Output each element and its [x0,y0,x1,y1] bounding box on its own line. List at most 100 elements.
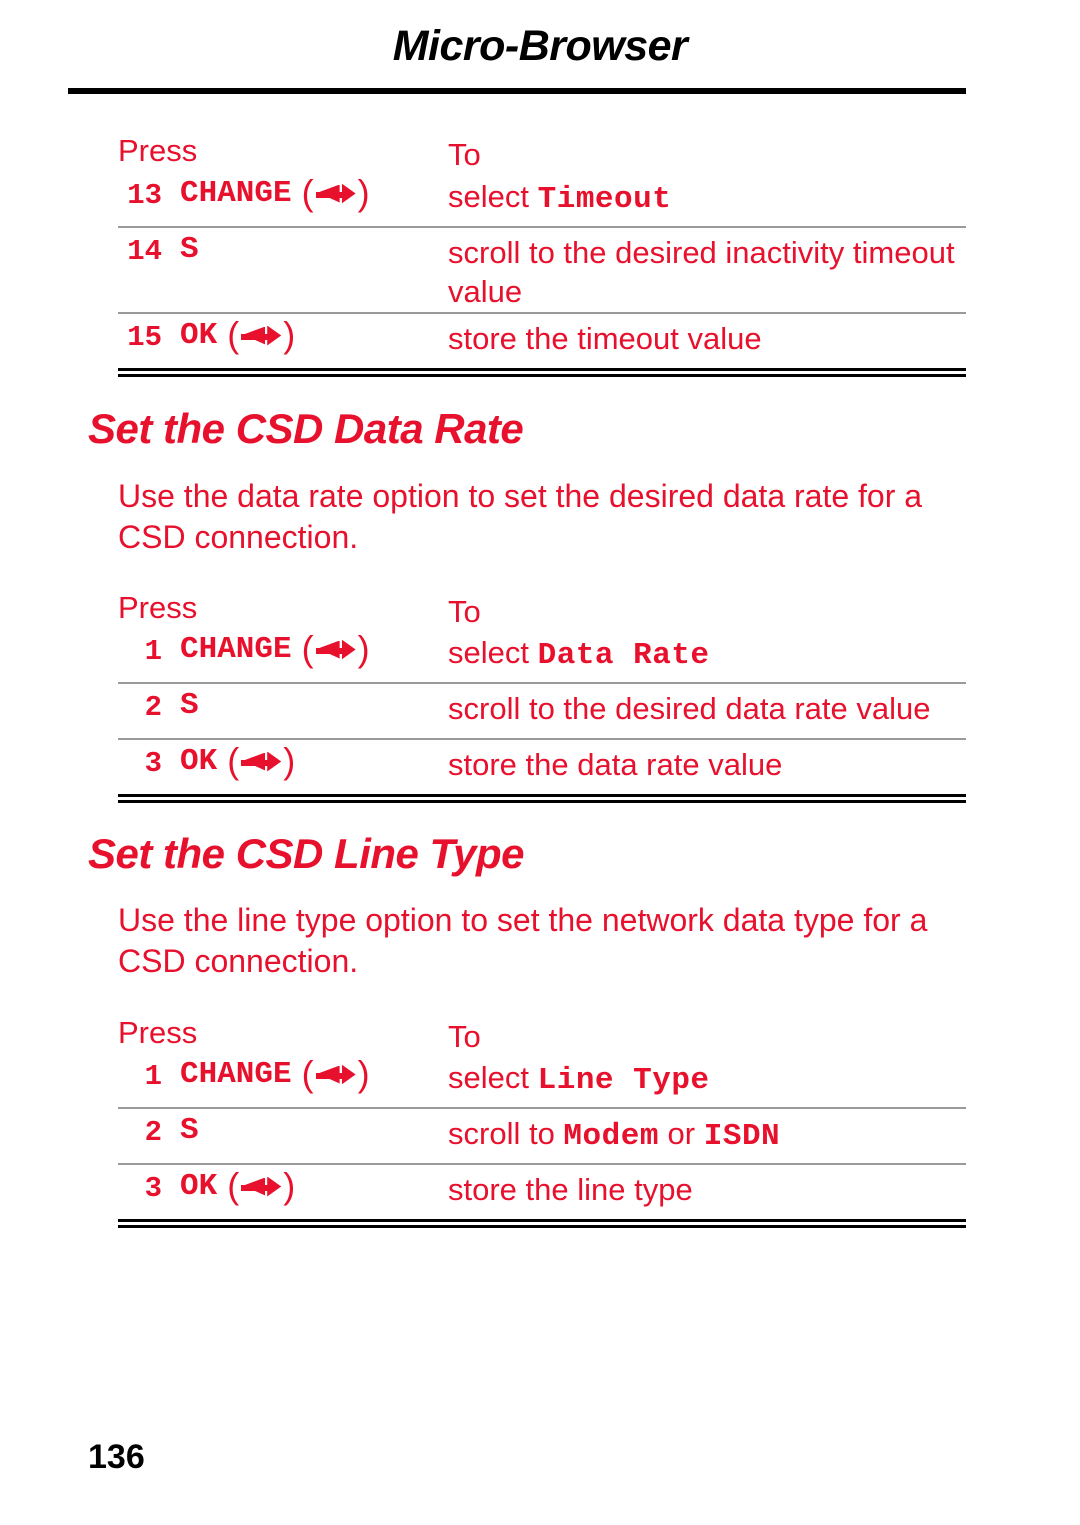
key-label: CHANGE ( ) [180,172,370,214]
key-label: CHANGE ( ) [180,628,370,670]
table-row: 2 S scroll to the desired data rate valu… [118,688,966,729]
section-paragraph-csd-data-rate: Use the data rate option to set the desi… [118,478,923,555]
paren-open: ( [217,314,240,356]
paren-close: ) [357,628,370,670]
step-number: 13 [127,179,162,212]
to-cell: scroll to Modem or ISDN [448,1113,966,1157]
page-number: 136 [88,1438,145,1476]
press-cell: 14 S [118,232,448,268]
to-mono-text-2: ISDN [703,1119,781,1154]
column-header-to: To [448,137,481,172]
press-cell: 1 CHANGE ( ) [118,1053,448,1095]
to-cell: scroll to the desired data rate value [448,691,931,726]
to-cell: store the timeout value [448,321,762,356]
to-text-2: or [658,1116,704,1151]
softkey-arrow-icon [315,639,356,661]
softkey-arrow-icon [315,183,356,205]
press-cell: 2 S [118,688,448,724]
step-number: 3 [144,1172,162,1205]
to-mono-text: Modem [563,1119,659,1154]
to-cell: scroll to the desired inactivity timeout… [448,235,955,309]
press-cell: 3 OK ( ) [118,740,448,782]
softkey-arrow-icon [241,751,282,773]
row-divider [118,226,966,228]
step-number: 1 [144,635,162,668]
paren-close: ) [283,1165,296,1207]
key-text: OK [180,744,218,779]
section-divider [118,368,966,377]
table-row: 1 CHANGE ( ) select Line Type [118,1053,966,1101]
column-header-press-wrap: Press [118,590,448,625]
paren-open: ( [217,740,240,782]
paren-close: ) [283,314,296,356]
press-cell: 15 OK ( ) [118,314,448,356]
page-title: Micro-Browser [392,22,688,70]
to-text: select [448,179,538,214]
header-divider [68,88,966,94]
paren-open: ( [217,1165,240,1207]
to-mono-text: Data Rate [537,638,710,673]
to-cell: select Data Rate [448,632,966,676]
key-text: S [180,232,199,267]
to-mono-text: Timeout [537,182,672,217]
table-row: 3 OK ( ) store the data rate value [118,740,966,785]
paren-close: ) [283,740,296,782]
press-cell: 13 CHANGE ( ) [118,172,448,214]
row-divider [118,312,966,314]
section-heading-csd-data-rate: Set the CSD Data Rate [88,405,524,452]
key-text: CHANGE [180,1057,292,1092]
row-divider [118,682,966,684]
key-text: CHANGE [180,632,292,667]
step-number: 1 [144,1060,162,1093]
to-cell: select Line Type [448,1057,966,1101]
section-heading-csd-line-type: Set the CSD Line Type [88,830,525,877]
steps-table-timeout: Press To [118,128,966,182]
press-cell: 2 S [118,1113,448,1149]
table-row: 3 OK ( ) store the line type [118,1165,966,1210]
to-text: select [448,1060,538,1095]
table-header-row: Press To [118,128,966,182]
table-row: 15 OK ( ) store the timeout value [118,314,966,359]
step-number: 15 [127,321,162,354]
paren-open: ( [291,1053,314,1095]
key-label: OK ( ) [180,1165,296,1207]
column-header-press: Press [118,133,198,168]
section-divider [118,1219,966,1228]
key-label: OK ( ) [180,314,296,356]
step-number: 2 [144,691,162,724]
key-label: OK ( ) [180,740,296,782]
paren-open: ( [291,628,314,670]
column-header-press-wrap: Press [118,133,448,168]
table-row: 13 CHANGE ( ) select Timeout [118,172,966,220]
key-text: OK [180,1169,218,1204]
row-divider [118,738,966,740]
column-header-press-wrap: Press [118,1015,448,1050]
key-text: CHANGE [180,176,292,211]
press-cell: 3 OK ( ) [118,1165,448,1207]
to-cell: store the line type [448,1172,693,1207]
column-header-press: Press [118,590,198,625]
manual-page: Micro-Browser Press To 13 CHANGE ( ) sel… [0,0,1080,1525]
row-divider [118,1107,966,1109]
to-text: select [448,635,538,670]
softkey-arrow-icon [241,1176,282,1198]
key-label: CHANGE ( ) [180,1053,370,1095]
step-number: 14 [127,235,162,268]
key-text: OK [180,318,218,353]
steps-table-data-rate-header: Press To [118,585,966,639]
to-mono-text: Line Type [537,1063,710,1098]
paren-close: ) [357,172,370,214]
section-divider [118,794,966,803]
column-header-to: To [448,594,481,629]
to-text: scroll to [448,1116,564,1151]
softkey-arrow-icon [241,325,282,347]
step-number: 2 [144,1116,162,1149]
column-header-to: To [448,1019,481,1054]
paren-open: ( [291,172,314,214]
paren-close: ) [357,1053,370,1095]
to-cell: store the data rate value [448,747,783,782]
key-text: S [180,688,199,723]
softkey-arrow-icon [315,1064,356,1086]
to-cell: select Timeout [448,176,966,220]
column-header-press: Press [118,1015,198,1050]
